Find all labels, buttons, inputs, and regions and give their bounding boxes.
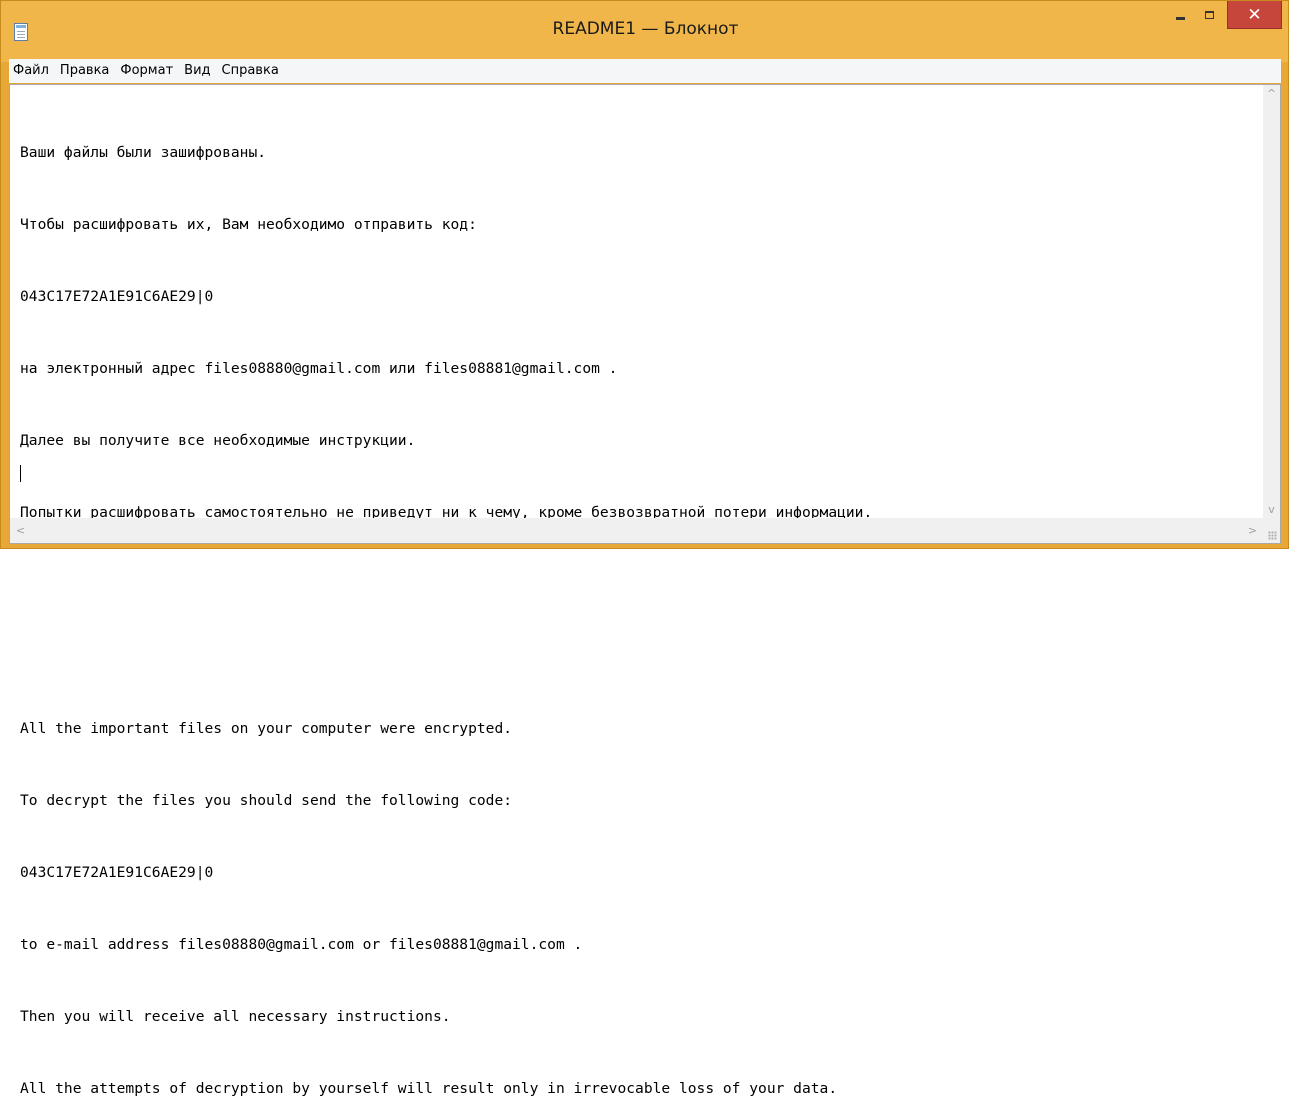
text-line	[20, 573, 1250, 597]
maximize-icon	[1204, 11, 1214, 19]
notepad-icon[interactable]	[14, 23, 28, 41]
title-bar[interactable]: README1 — Блокнот ✕	[1, 1, 1288, 62]
menu-view[interactable]: Вид	[179, 60, 215, 82]
menu-help[interactable]: Справка	[217, 60, 284, 82]
text-line: 043C17E72A1E91C6AE29|0	[20, 288, 214, 305]
window-title-text: README1 — Блокнот	[552, 19, 739, 39]
text-line: Then you will receive all necessary inst…	[20, 1008, 451, 1025]
horizontal-scrollbar[interactable]: < >	[10, 518, 1263, 543]
text-line: Ваши файлы были зашифрованы.	[20, 144, 267, 161]
text-line	[20, 645, 1250, 669]
scroll-right-arrow-icon[interactable]: >	[1244, 522, 1261, 539]
close-icon: ✕	[1247, 4, 1262, 25]
close-button[interactable]: ✕	[1227, 1, 1282, 29]
text-caret	[20, 465, 21, 482]
text-line: All the important files on your computer…	[20, 720, 513, 737]
notepad-window: README1 — Блокнот ✕ Файл Правка Формат В…	[0, 0, 1289, 1097]
text-line: на электронный адрес files08880@gmail.co…	[20, 360, 618, 377]
text-line: 043C17E72A1E91C6AE29|0	[20, 864, 214, 881]
maximize-button[interactable]	[1195, 1, 1223, 29]
window-title: README1 — Блокнот	[1, 19, 1289, 39]
vertical-scrollbar[interactable]: ^ v	[1263, 85, 1280, 518]
menu-file[interactable]: Файл	[9, 60, 54, 82]
scroll-left-arrow-icon[interactable]: <	[12, 522, 29, 539]
text-line: Далее вы получите все необходимые инстру…	[20, 432, 416, 449]
resize-grip-icon[interactable]	[1263, 518, 1280, 543]
text-editor[interactable]: Ваши файлы были зашифрованы. Чтобы расши…	[9, 84, 1281, 1097]
menu-bar: Файл Правка Формат Вид Справка	[9, 59, 1281, 83]
scroll-up-arrow-icon[interactable]: ^	[1263, 85, 1280, 102]
minimize-icon	[1176, 16, 1185, 20]
scroll-down-arrow-icon[interactable]: v	[1263, 501, 1280, 518]
document-text[interactable]: Ваши файлы были зашифрованы. Чтобы расши…	[20, 93, 1250, 1098]
menu-edit[interactable]: Правка	[55, 60, 114, 82]
text-line: Чтобы расшифровать их, Вам необходимо от…	[20, 216, 477, 233]
minimize-button[interactable]	[1166, 1, 1195, 29]
text-line: All the attempts of decryption by yourse…	[20, 1080, 838, 1097]
text-line: To decrypt the files you should send the…	[20, 792, 513, 809]
text-line: to e-mail address files08880@gmail.com o…	[20, 936, 583, 953]
menu-format[interactable]: Формат	[115, 60, 178, 82]
